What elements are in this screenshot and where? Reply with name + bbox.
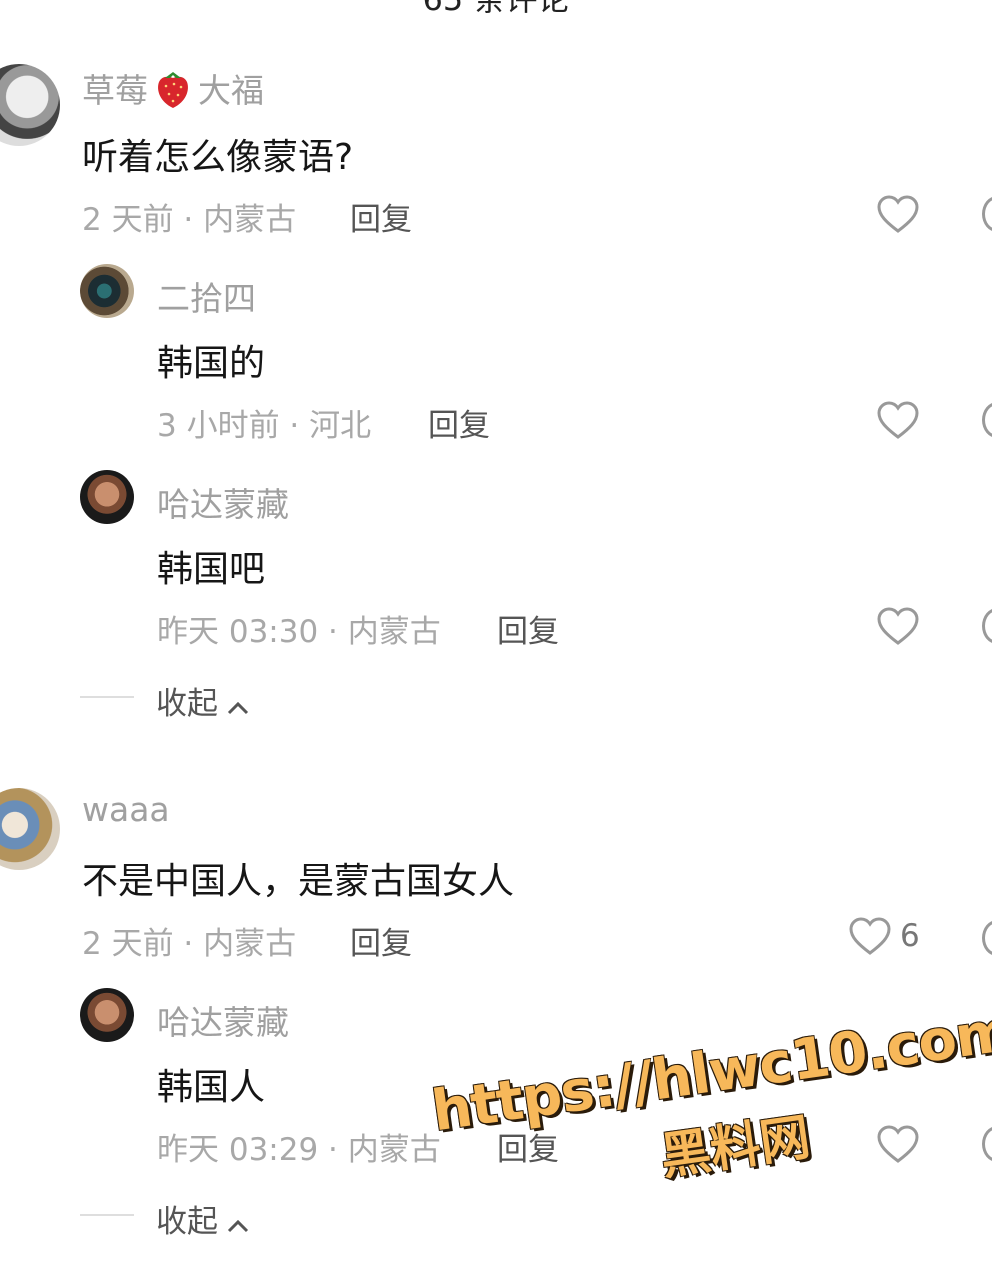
reply-username[interactable]: 哈达蒙藏 <box>157 478 289 526</box>
avatar[interactable] <box>80 264 134 318</box>
chevron-up-icon <box>226 688 250 724</box>
watermark: https://hlwc10.com 黑料网 <box>428 999 992 1239</box>
reply-text: 韩国吧 <box>157 549 266 590</box>
dislike-icon[interactable] <box>982 402 992 438</box>
avatar[interactable] <box>0 788 60 870</box>
strawberry-icon <box>154 68 192 118</box>
comment-text: 听着怎么像蒙语? <box>82 137 354 178</box>
heart-icon[interactable] <box>876 400 920 440</box>
reply-username[interactable]: 二拾四 <box>157 272 256 320</box>
dislike-icon[interactable] <box>982 920 992 956</box>
heart-icon[interactable] <box>848 916 892 956</box>
heart-icon[interactable] <box>876 194 920 234</box>
username-part: 草莓 <box>82 71 148 110</box>
dislike-icon[interactable] <box>982 608 992 644</box>
reply-meta: 昨天 03:30 · 内蒙古 <box>157 614 441 650</box>
avatar[interactable] <box>80 470 134 524</box>
reply-button[interactable]: 回复 <box>350 918 412 963</box>
avatar[interactable] <box>80 988 134 1042</box>
divider <box>80 1214 134 1216</box>
comment-username[interactable]: 草莓 大福 <box>82 64 264 118</box>
comment-meta: 2 天前 · 内蒙古 <box>82 202 297 238</box>
reply-button[interactable]: 回复 <box>428 400 490 445</box>
divider <box>80 696 134 698</box>
avatar[interactable] <box>0 64 60 146</box>
collapse-replies-button[interactable]: 收起 <box>156 678 250 724</box>
username-part: 大福 <box>198 71 264 110</box>
chevron-up-icon <box>226 1206 250 1242</box>
reply-text: 韩国的 <box>157 343 266 384</box>
reply-username[interactable]: 哈达蒙藏 <box>157 996 289 1044</box>
collapse-replies-button[interactable]: 收起 <box>156 1196 250 1242</box>
reply-meta: 昨天 03:29 · 内蒙古 <box>157 1132 441 1168</box>
collapse-label: 收起 <box>156 686 218 722</box>
comments-count-title: 65 条评论 <box>0 0 992 20</box>
comment-username[interactable]: waaa <box>82 790 170 829</box>
reply-meta: 3 小时前 · 河北 <box>157 408 372 444</box>
reply-button[interactable]: 回复 <box>350 194 412 239</box>
like-count: 6 <box>900 918 920 954</box>
reply-button[interactable]: 回复 <box>497 606 559 651</box>
heart-icon[interactable] <box>876 606 920 646</box>
dislike-icon[interactable] <box>982 196 992 232</box>
reply-text: 韩国人 <box>157 1067 266 1108</box>
collapse-label: 收起 <box>156 1204 218 1240</box>
comment-text: 不是中国人，是蒙古国女人 <box>82 861 515 902</box>
comment-meta: 2 天前 · 内蒙古 <box>82 926 297 962</box>
